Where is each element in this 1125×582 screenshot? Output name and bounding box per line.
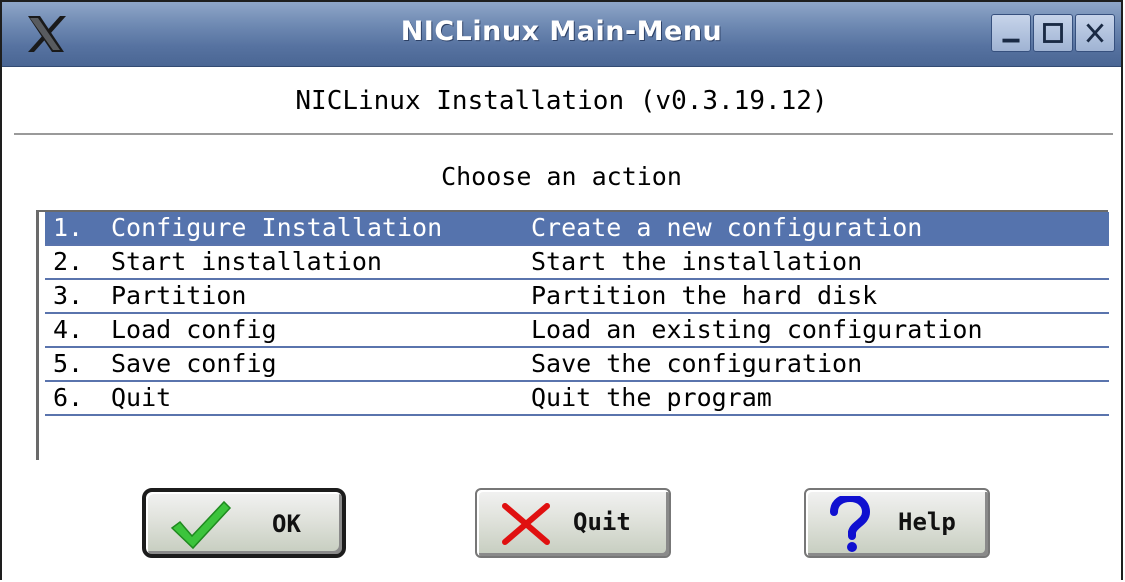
item-name: Configure Installation: [111, 213, 443, 242]
maximize-icon: [1043, 23, 1063, 43]
item-description: Load an existing configuration: [531, 315, 983, 344]
item-description: Start the installation: [531, 247, 863, 276]
quit-label: Quit: [573, 508, 631, 536]
item-number: 4.: [53, 315, 84, 344]
close-button[interactable]: [1075, 14, 1115, 52]
item-description: Save the configuration: [531, 349, 863, 378]
choose-action-label: Choose an action: [441, 162, 682, 191]
action-list[interactable]: 1. Configure Installation Create a new c…: [36, 210, 1109, 460]
list-item[interactable]: 4. Load config Load an existing configur…: [45, 314, 1109, 348]
item-name: Save config: [111, 349, 277, 378]
list-item[interactable]: 5. Save config Save the configuration: [45, 348, 1109, 382]
main-menu-window: NICLinux Main-Menu NICLinux Installation…: [0, 0, 1123, 580]
window-controls: [989, 14, 1115, 52]
list-item[interactable]: 3. Partition Partition the hard disk: [45, 280, 1109, 314]
cross-icon: [502, 503, 550, 545]
maximize-button[interactable]: [1033, 14, 1073, 52]
checkmark-icon: [170, 500, 232, 550]
title-bar[interactable]: NICLinux Main-Menu: [2, 2, 1121, 67]
item-number: 5.: [53, 349, 84, 378]
item-name: Partition: [111, 281, 247, 310]
ok-label: OK: [272, 510, 301, 538]
item-description: Create a new configuration: [531, 213, 923, 242]
minimize-button[interactable]: [991, 14, 1031, 52]
item-name: Start installation: [111, 247, 382, 276]
item-number: 1.: [53, 213, 84, 242]
item-description: Partition the hard disk: [531, 281, 878, 310]
item-name: Load config: [111, 315, 277, 344]
separator: [14, 133, 1113, 135]
item-description: Quit the program: [531, 383, 772, 412]
installation-heading: NICLinux Installation (v0.3.19.12): [295, 86, 828, 116]
list-item[interactable]: 1. Configure Installation Create a new c…: [45, 212, 1109, 246]
quit-button[interactable]: Quit: [475, 488, 671, 558]
help-label: Help: [898, 508, 956, 536]
question-mark-icon: [830, 496, 871, 552]
ok-button[interactable]: OK: [142, 488, 346, 558]
item-number: 2.: [53, 247, 84, 276]
minimize-icon: [1002, 38, 1020, 43]
help-button[interactable]: Help: [804, 488, 990, 558]
list-item[interactable]: 2. Start installation Start the installa…: [45, 246, 1109, 280]
item-number: 6.: [53, 383, 84, 412]
close-icon: [1086, 23, 1104, 43]
item-name: Quit: [111, 383, 172, 412]
window-title: NICLinux Main-Menu: [400, 16, 723, 47]
list-item[interactable]: 6. Quit Quit the program: [45, 382, 1109, 416]
item-number: 3.: [53, 281, 84, 310]
